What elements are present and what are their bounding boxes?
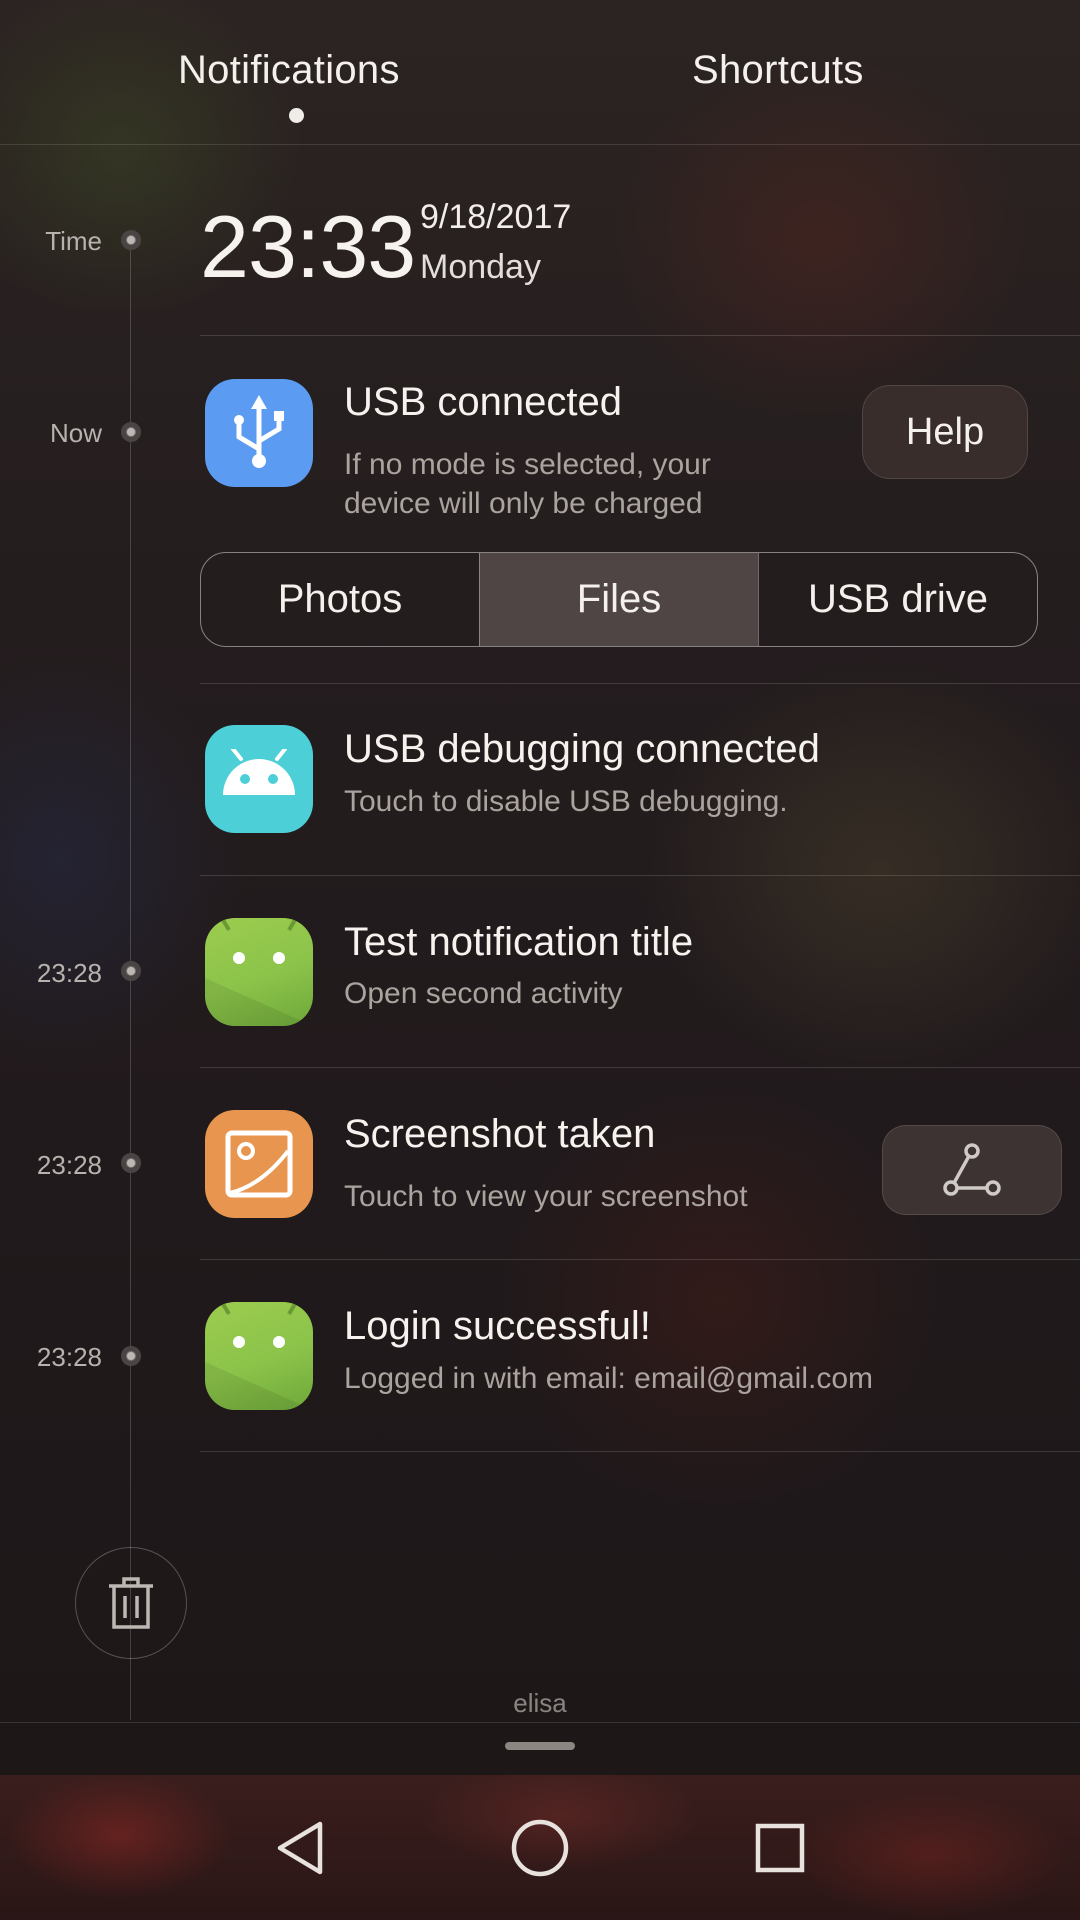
- divider: [200, 1451, 1080, 1452]
- back-triangle-icon: [277, 1821, 323, 1875]
- divider: [0, 1722, 1080, 1723]
- timeline-label-now: Now: [49, 418, 102, 448]
- notification-shade-tabs: Notifications Shortcuts: [0, 0, 1080, 145]
- notification-title: USB debugging connected: [344, 727, 820, 771]
- divider: [200, 683, 1080, 684]
- notification-body: Touch to disable USB debugging.: [344, 785, 788, 818]
- timeline-dot: [121, 422, 141, 442]
- notification-body: device will only be charged: [344, 487, 703, 520]
- android-icon: [205, 1302, 313, 1410]
- timeline-stamp: 23:28: [36, 958, 102, 988]
- drag-handle[interactable]: [505, 1742, 575, 1750]
- timeline-dot: [121, 1153, 141, 1173]
- timeline-stamp: 23:28: [36, 1342, 102, 1372]
- android-icon: [205, 918, 313, 1026]
- clock-weekday: Monday: [420, 248, 541, 286]
- divider: [200, 335, 1080, 336]
- timeline-dot: [121, 1346, 141, 1366]
- notification-title: USB connected: [344, 380, 622, 424]
- recents-button[interactable]: [735, 1803, 825, 1893]
- share-icon: [943, 1143, 1001, 1196]
- timeline-dot: [121, 961, 141, 981]
- active-tab-indicator: [289, 108, 304, 123]
- tab-notifications[interactable]: Notifications: [178, 48, 400, 93]
- notification-body: If no mode is selected, your: [344, 448, 711, 481]
- clear-all-button[interactable]: [75, 1547, 187, 1659]
- notification-title: Test notification title: [344, 920, 694, 964]
- notification-body: Logged in with email: email@gmail.com: [344, 1362, 874, 1395]
- help-button[interactable]: Help: [862, 385, 1028, 479]
- usb-mode-selector: Photos Files USB drive: [200, 552, 1038, 647]
- divider: [200, 1259, 1080, 1260]
- recents-square-icon: [755, 1823, 805, 1873]
- usb-mode-usb-drive[interactable]: USB drive: [758, 553, 1037, 646]
- clock-time: 23:33: [200, 197, 416, 296]
- gallery-icon: [205, 1110, 313, 1218]
- navigation-bar: [0, 1775, 1080, 1920]
- usb-mode-files[interactable]: Files: [479, 553, 758, 646]
- usb-icon: [205, 379, 313, 487]
- home-circle-icon: [511, 1819, 569, 1877]
- divider: [200, 1067, 1080, 1068]
- back-button[interactable]: [255, 1803, 345, 1893]
- clock-date: 9/18/2017: [420, 198, 572, 236]
- tab-shortcuts[interactable]: Shortcuts: [692, 48, 864, 93]
- notification-title: Screenshot taken: [344, 1112, 656, 1156]
- android-icon: [205, 725, 313, 833]
- share-button[interactable]: [882, 1125, 1062, 1215]
- notification-title: Login successful!: [344, 1304, 651, 1348]
- carrier-name: elisa: [513, 1688, 567, 1718]
- home-button[interactable]: [495, 1803, 585, 1893]
- divider: [200, 875, 1080, 876]
- notification-body: Touch to view your screenshot: [344, 1180, 748, 1213]
- usb-mode-photos[interactable]: Photos: [201, 553, 479, 646]
- timeline-dot: [121, 230, 141, 250]
- timeline-label-time: Time: [45, 226, 102, 256]
- notification-body: Open second activity: [344, 977, 623, 1010]
- trash-icon: [109, 1577, 153, 1629]
- timeline-stamp: 23:28: [36, 1150, 102, 1180]
